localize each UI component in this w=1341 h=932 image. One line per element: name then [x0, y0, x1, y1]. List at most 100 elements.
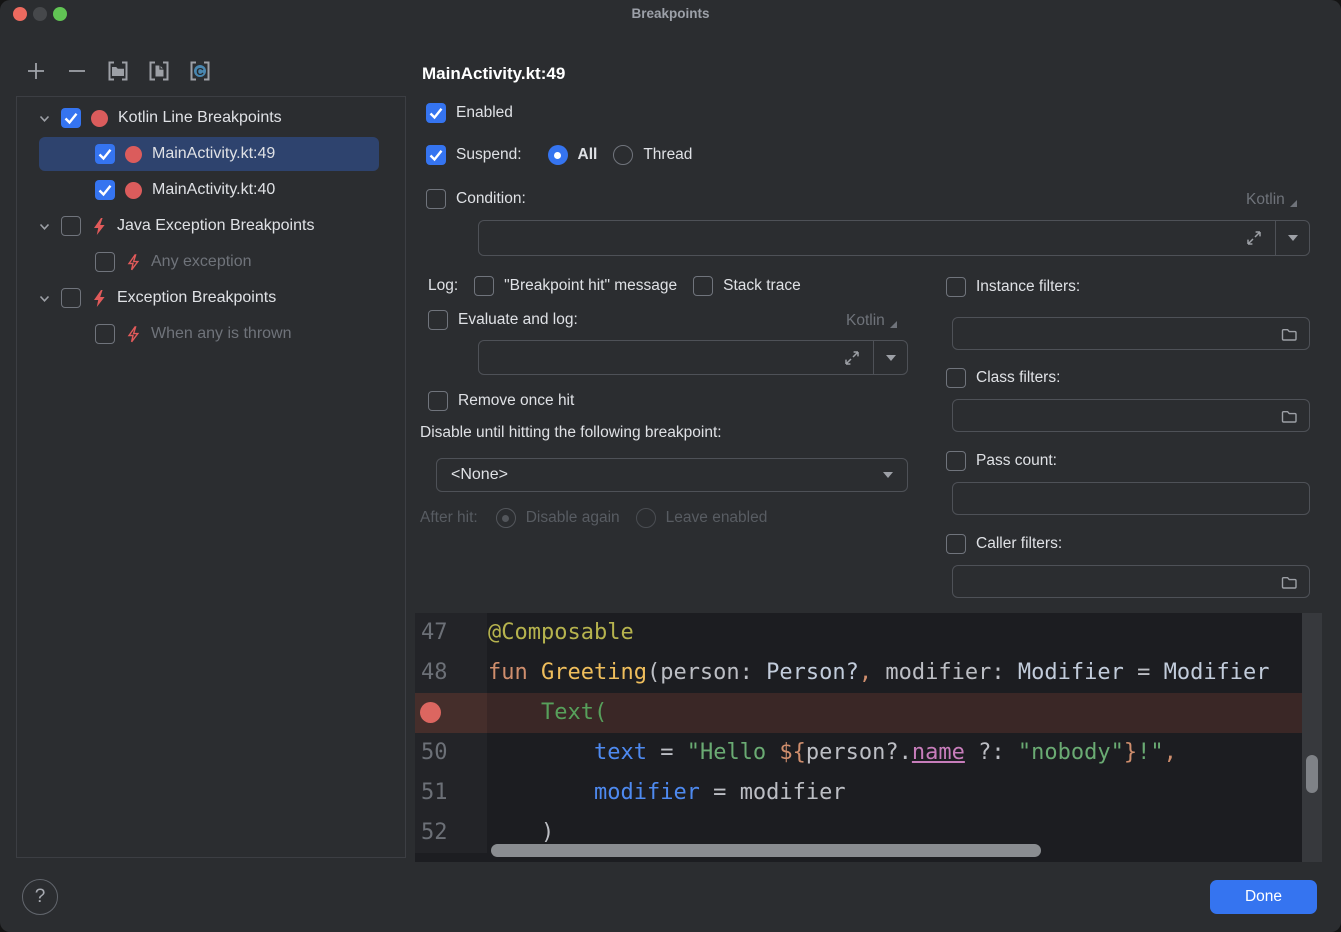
stack-trace-checkbox[interactable] [693, 276, 713, 296]
condition-input[interactable] [478, 220, 1310, 256]
help-label: ? [35, 886, 46, 908]
tree-item-mainactivity-kt-49[interactable]: MainActivity.kt:49 [17, 136, 405, 172]
after-hit-row: After hit: Disable again Leave enabled [420, 508, 767, 528]
evaluate-checkbox[interactable] [428, 310, 448, 330]
horizontal-scrollbar-thumb[interactable] [491, 844, 1041, 857]
evaluate-language-label: Kotlin [846, 312, 885, 330]
code-text: modifier = modifier [487, 773, 846, 813]
condition-checkbox[interactable] [426, 189, 446, 209]
caller-filters-input[interactable] [952, 565, 1310, 598]
title-bar: Breakpoints [0, 0, 1341, 28]
enabled-label: Enabled [456, 104, 513, 122]
enabled-row: Enabled [426, 103, 513, 123]
line-breakpoint-icon [91, 110, 108, 127]
help-button[interactable]: ? [22, 879, 58, 915]
breakpoint-detail-title: MainActivity.kt:49 [422, 64, 565, 84]
log-row: Log: "Breakpoint hit" message Stack trac… [428, 276, 801, 296]
vertical-scrollbar-thumb[interactable] [1306, 755, 1318, 793]
tree-expand-chevron[interactable] [37, 219, 51, 233]
tree-item-label: Any exception [151, 253, 252, 271]
caller-filters-row: Caller filters: [946, 534, 1062, 554]
tree-item-checkbox[interactable] [61, 288, 81, 308]
group-by-class-button[interactable]: C [188, 59, 212, 83]
evaluate-language-selector[interactable]: Kotlin [846, 312, 897, 330]
leave-enabled-label: Leave enabled [666, 509, 768, 527]
tree-item-mainactivity-kt-40[interactable]: MainActivity.kt:40 [17, 172, 405, 208]
disable-until-label-row: Disable until hitting the following brea… [420, 424, 722, 442]
tree-item-checkbox[interactable] [95, 324, 115, 344]
breakpoints-toolbar: C [24, 59, 212, 83]
caller-filters-label: Caller filters: [976, 535, 1062, 553]
check-icon [426, 145, 446, 165]
evaluate-input[interactable] [478, 340, 908, 375]
class-filters-checkbox[interactable] [946, 368, 966, 388]
tree-item-label: Kotlin Line Breakpoints [118, 109, 282, 127]
tree-item-checkbox[interactable] [95, 252, 115, 272]
suspend-thread-radio[interactable] [613, 145, 633, 165]
code-line-50: 50 text = "Hello ${person?.name ?: "nobo… [415, 733, 1322, 773]
remove-breakpoint-button[interactable] [65, 59, 89, 83]
disable-until-combobox[interactable]: <None> [436, 458, 908, 492]
group-by-file-button[interactable] [147, 59, 171, 83]
instance-filters-input[interactable] [952, 317, 1310, 350]
tree-item-kotlin-line-breakpoints[interactable]: Kotlin Line Breakpoints [17, 100, 405, 136]
line-breakpoint-icon [125, 146, 142, 163]
browse-folder-icon[interactable] [1279, 324, 1299, 344]
tree-item-java-exception-breakpoints[interactable]: Java Exception Breakpoints [17, 208, 405, 244]
log-message-checkbox[interactable] [474, 276, 494, 296]
check-icon [95, 180, 115, 200]
svg-text:C: C [196, 66, 204, 78]
tree-item-any-exception[interactable]: Any exception [17, 244, 405, 280]
code-text: Text( [487, 693, 607, 733]
remove-once-checkbox[interactable] [428, 391, 448, 411]
minus-icon [66, 60, 88, 82]
tree-item-label: When any is thrown [151, 325, 292, 343]
evaluate-label: Evaluate and log: [458, 311, 578, 329]
disable-again-radio[interactable] [496, 508, 516, 528]
code-text: fun Greeting(person: Person?, modifier: … [487, 653, 1270, 693]
check-icon [426, 103, 446, 123]
browse-folder-icon[interactable] [1279, 572, 1299, 592]
breakpoint-dot-icon[interactable] [420, 702, 441, 723]
code-line-48: 48fun Greeting(person: Person?, modifier… [415, 653, 1322, 693]
browse-folder-icon[interactable] [1279, 406, 1299, 426]
tree-item-checkbox[interactable] [61, 108, 81, 128]
condition-language-selector[interactable]: Kotlin [1246, 191, 1297, 209]
log-label: Log: [428, 277, 458, 295]
tree-expand-chevron[interactable] [37, 291, 51, 305]
tree-item-checkbox[interactable] [95, 180, 115, 200]
tree-item-when-any-is-thrown[interactable]: When any is thrown [17, 316, 405, 352]
tree-item-checkbox[interactable] [61, 216, 81, 236]
code-preview: 47@Composable48fun Greeting(person: Pers… [415, 613, 1322, 862]
check-icon [95, 144, 115, 164]
code-text: @Composable [487, 613, 634, 653]
add-breakpoint-button[interactable] [24, 59, 48, 83]
vertical-scrollbar[interactable] [1302, 613, 1322, 862]
tree-item-exception-breakpoints[interactable]: Exception Breakpoints [17, 280, 405, 316]
caller-filters-checkbox[interactable] [946, 534, 966, 554]
leave-enabled-radio[interactable] [636, 508, 656, 528]
plus-icon [25, 60, 47, 82]
tree-expand-chevron[interactable] [37, 111, 51, 125]
code-line-47: 47@Composable [415, 613, 1322, 653]
tree-item-label: Java Exception Breakpoints [117, 217, 314, 235]
class-filters-row: Class filters: [946, 368, 1060, 388]
language-dropdown-icon [1290, 200, 1297, 207]
done-button[interactable]: Done [1210, 880, 1317, 914]
suspend-checkbox[interactable] [426, 145, 446, 165]
code-text: text = "Hello ${person?.name ?: "nobody"… [487, 733, 1177, 773]
line-breakpoint-icon [125, 182, 142, 199]
disable-again-label: Disable again [526, 509, 620, 527]
check-icon [61, 108, 81, 128]
pass-count-checkbox[interactable] [946, 451, 966, 471]
tree-item-checkbox[interactable] [95, 144, 115, 164]
suspend-all-radio[interactable] [548, 145, 568, 165]
enabled-checkbox[interactable] [426, 103, 446, 123]
class-filters-input[interactable] [952, 399, 1310, 432]
group-by-package-button[interactable] [106, 59, 130, 83]
log-message-label: "Breakpoint hit" message [504, 277, 677, 295]
tree-item-label: MainActivity.kt:40 [152, 181, 275, 199]
pass-count-input[interactable] [952, 482, 1310, 515]
disable-until-label: Disable until hitting the following brea… [420, 424, 722, 442]
instance-filters-checkbox[interactable] [946, 277, 966, 297]
